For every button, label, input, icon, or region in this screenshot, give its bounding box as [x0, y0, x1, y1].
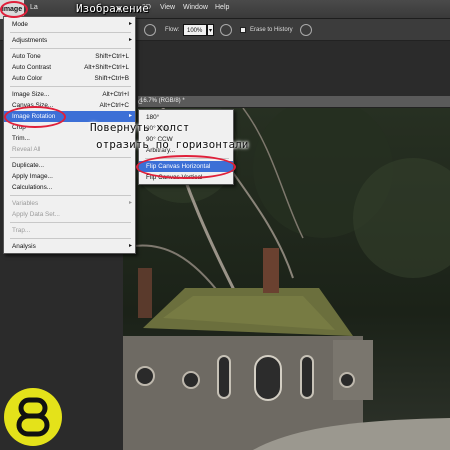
- menu-item-auto-color[interactable]: Auto Color Shift+Ctrl+B: [4, 73, 135, 84]
- caption-rotate-canvas: Повернуть холст: [90, 121, 190, 134]
- menu-item-label: Apply Image...: [12, 173, 53, 180]
- submenu-arrow-icon: ▸: [128, 243, 132, 249]
- menu-item-label: Duplicate...: [12, 162, 44, 169]
- menu-item-label: Apply Data Set...: [12, 211, 60, 218]
- flow-label: Flow:: [165, 27, 180, 33]
- document-tab-title: 16.7% (RGB/8) *: [140, 98, 185, 104]
- menu-help[interactable]: Help: [215, 4, 229, 11]
- erase-to-history-checkbox[interactable]: [240, 27, 246, 33]
- menu-item-shortcut: Shift+Ctrl+B: [94, 75, 129, 82]
- image-menu: Mode ▸ Adjustments ▸ Auto Tone Shift+Ctrl+L…: [3, 16, 136, 254]
- step-number-badge: [4, 388, 62, 446]
- flow-dropdown-icon[interactable]: ▾: [207, 24, 214, 36]
- menu-window[interactable]: Window: [183, 4, 208, 11]
- menu-item-label: Adjustments: [12, 37, 48, 44]
- airbrush-icon[interactable]: [144, 24, 156, 36]
- submenu-arrow-icon: ▸: [128, 37, 132, 43]
- step-number-8-icon: [16, 397, 50, 437]
- menu-item-trap[interactable]: Trap...: [4, 225, 135, 236]
- caption-image: Изображение: [76, 2, 149, 15]
- menu-item-label: Trim...: [12, 135, 30, 142]
- flow-input[interactable]: 100%: [183, 24, 207, 36]
- menu-layer[interactable]: La: [30, 4, 38, 11]
- menu-item-label: Auto Color: [12, 75, 43, 82]
- menu-item-image-size[interactable]: Image Size... Alt+Ctrl+I: [4, 89, 135, 100]
- caption-flip-horizontal: отразить по горизонтали: [96, 138, 249, 151]
- document-tab-prefix: C: [138, 100, 143, 106]
- menu-item-duplicate[interactable]: Duplicate...: [4, 160, 135, 171]
- submenu-arrow-icon: ▸: [128, 200, 132, 206]
- menu-item-mode[interactable]: Mode ▸: [4, 19, 135, 30]
- menu-item-auto-tone[interactable]: Auto Tone Shift+Ctrl+L: [4, 51, 135, 62]
- menu-separator: [10, 238, 131, 239]
- menu-item-label: Mode: [12, 21, 28, 28]
- annotation-ellipse-flip-horizontal: [136, 155, 236, 179]
- brush-settings-icon[interactable]: [220, 24, 232, 36]
- document-tab[interactable]: 16.7% (RGB/8) *: [138, 96, 450, 108]
- menu-item-shortcut: Shift+Ctrl+L: [95, 53, 129, 60]
- menu-item-label: Auto Contrast: [12, 64, 52, 71]
- menu-item-apply-data-set[interactable]: Apply Data Set...: [4, 209, 135, 220]
- menu-item-label: Reveal All: [12, 146, 41, 153]
- submenu-arrow-icon: ▸: [128, 21, 132, 27]
- menu-item-shortcut: Alt+Ctrl+C: [99, 102, 129, 109]
- menu-item-auto-contrast[interactable]: Auto Contrast Alt+Shift+Ctrl+L: [4, 62, 135, 73]
- menu-item-label: Image Size...: [12, 91, 50, 98]
- annotation-ellipse-image-menu: [0, 1, 28, 18]
- menu-item-calculations[interactable]: Calculations...: [4, 182, 135, 193]
- menu-separator: [10, 86, 131, 87]
- menu-item-label: Auto Tone: [12, 53, 41, 60]
- menu-item-label: Analysis: [12, 243, 36, 250]
- menu-separator: [10, 195, 131, 196]
- annotation-ellipse-image-rotation: [4, 106, 66, 128]
- menu-view[interactable]: View: [160, 4, 175, 11]
- menu-item-shortcut: Alt+Ctrl+I: [102, 91, 129, 98]
- menu-item-label: Calculations...: [12, 184, 53, 191]
- erase-to-history-label: Erase to History: [250, 27, 293, 33]
- menu-item-shortcut: Alt+Shift+Ctrl+L: [84, 64, 129, 71]
- menu-separator: [10, 48, 131, 49]
- menu-item-label: Trap...: [12, 227, 31, 234]
- menu-separator: [10, 222, 131, 223]
- pressure-icon[interactable]: [300, 24, 312, 36]
- menu-separator: [10, 32, 131, 33]
- menu-item-apply-image[interactable]: Apply Image...: [4, 171, 135, 182]
- menu-item-adjustments[interactable]: Adjustments ▸: [4, 35, 135, 46]
- menu-item-analysis[interactable]: Analysis ▸: [4, 241, 135, 252]
- menu-item-variables[interactable]: Variables ▸: [4, 198, 135, 209]
- menu-item-label: Variables: [12, 200, 39, 207]
- menu-separator: [10, 157, 131, 158]
